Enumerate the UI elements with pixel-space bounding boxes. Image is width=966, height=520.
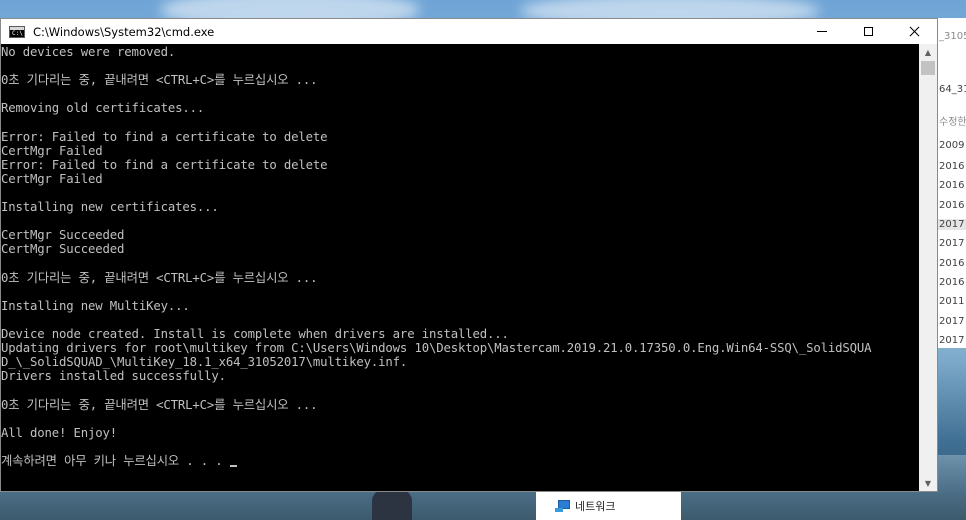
- console-line: CertMgr Failed: [1, 143, 103, 158]
- network-icon: [555, 500, 570, 512]
- console-line: CertMgr Succeeded: [1, 242, 125, 257]
- console-line: Installing new certificates...: [1, 200, 219, 215]
- close-icon: [909, 26, 920, 37]
- scroll-up-button[interactable]: ▲: [919, 44, 937, 60]
- explorer-date-cell[interactable]: 2016: [939, 161, 966, 172]
- console-line: Error: Failed to find a certificate to d…: [1, 157, 328, 172]
- console-line: Installing new MultiKey...: [1, 298, 190, 313]
- console-line: Removing old certificates...: [1, 101, 205, 116]
- vertical-scrollbar[interactable]: ▲ ▼: [919, 44, 937, 491]
- explorer-date-cell[interactable]: 2017: [939, 238, 966, 249]
- explorer-date-cell[interactable]: 2009: [939, 140, 966, 151]
- explorer-date-cell[interactable]: 2016: [939, 258, 966, 269]
- title-bar[interactable]: C:\ C:\Windows\System32\cmd.exe: [1, 19, 937, 44]
- console-line: 계속하려면 아무 키나 누르십시오 . . .: [1, 455, 237, 467]
- cmd-app-icon[interactable]: C:\: [9, 25, 25, 38]
- console-line: D_\_SolidSQUAD_\MultiKey_18.1_x64_310520…: [1, 355, 408, 370]
- close-button[interactable]: [891, 19, 937, 44]
- window-controls: [799, 19, 937, 44]
- nav-item-network[interactable]: 네트워크: [555, 497, 675, 515]
- console-line: 0초 기다리는 중, 끝내려면 <CTRL+C>를 누르십시오 ...: [1, 397, 318, 412]
- console-line: CertMgr Failed: [1, 171, 103, 186]
- console-line: CertMgr Succeeded: [1, 228, 125, 243]
- maximize-icon: [863, 27, 873, 36]
- minimize-icon: [817, 31, 827, 32]
- scroll-down-button[interactable]: ▼: [919, 475, 937, 491]
- nav-item-network-label: 네트워크: [575, 500, 616, 513]
- explorer-address-fragment: 64_31: [939, 84, 966, 95]
- window-title: C:\Windows\System32\cmd.exe: [33, 24, 215, 39]
- console-line: All done! Enjoy!: [1, 425, 118, 440]
- chevron-down-icon: ▼: [924, 478, 932, 488]
- console-line: 0초 기다리는 중, 끝내려면 <CTRL+C>를 누르십시오 ...: [1, 73, 318, 88]
- desktop-background: _3105 64_31 수정한 2009 2016 2016 2016 2017…: [0, 0, 966, 520]
- text-cursor: [229, 464, 237, 467]
- explorer-column-header[interactable]: 수정한: [939, 113, 966, 128]
- console-line: No devices were removed.: [1, 45, 176, 59]
- console-line: Drivers installed successfully.: [1, 369, 226, 384]
- explorer-date-cell[interactable]: 2017: [939, 335, 966, 346]
- explorer-date-cell[interactable]: 2011: [939, 296, 966, 307]
- console-line: Device node created. Install is complete…: [1, 327, 509, 341]
- console-line: Updating drivers for root\multikey from …: [1, 341, 872, 356]
- person-silhouette: [372, 488, 412, 520]
- minimize-button[interactable]: [799, 19, 845, 44]
- explorer-date-cell[interactable]: 2017: [939, 316, 966, 327]
- console-output[interactable]: No devices were removed. 0초 기다리는 중, 끝내려면 …: [1, 44, 919, 491]
- explorer-title-fragment: _3105: [939, 31, 966, 42]
- console-line: 0초 기다리는 중, 끝내려면 <CTRL+C>를 누르십시오 ...: [1, 270, 318, 285]
- cmd-window[interactable]: C:\ C:\Windows\System32\cmd.exe No devic…: [0, 18, 938, 492]
- explorer-date-cell[interactable]: 2016: [939, 200, 966, 211]
- chevron-up-icon: ▲: [924, 47, 932, 57]
- maximize-button[interactable]: [845, 19, 891, 44]
- console-line: Error: Failed to find a certificate to d…: [1, 129, 328, 144]
- explorer-date-cell[interactable]: 2016: [939, 180, 966, 191]
- scrollbar-thumb[interactable]: [921, 61, 935, 75]
- explorer-date-cell[interactable]: 2016: [939, 277, 966, 288]
